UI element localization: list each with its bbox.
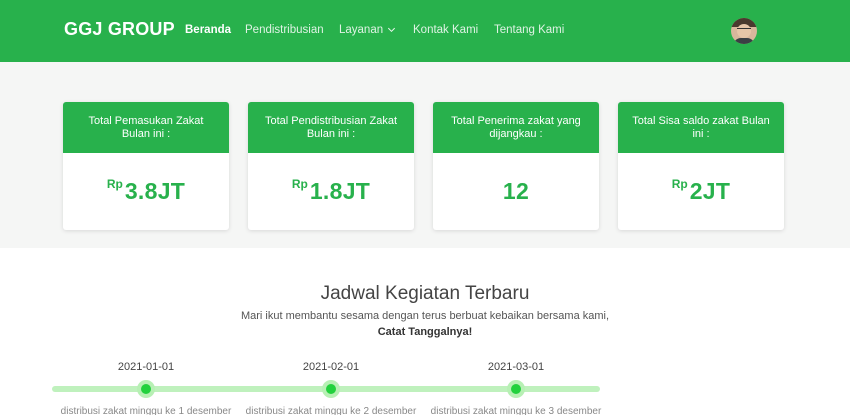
timeline-dot[interactable] — [137, 380, 155, 398]
timeline-dot[interactable] — [322, 380, 340, 398]
currency-label: Rp — [291, 176, 308, 191]
user-avatar[interactable] — [731, 18, 757, 44]
stat-card-title: Total Penerima zakat yang dijangkau : — [433, 102, 599, 153]
stat-card-pemasukan: Total Pemasukan Zakat Bulan ini : Rp 3.8… — [63, 102, 229, 230]
nav-beranda[interactable]: Beranda — [185, 24, 231, 36]
schedule-cta: Catat Tanggalnya! — [377, 326, 473, 338]
timeline-date: 2021-01-01 — [117, 361, 175, 373]
avatar-shirt — [733, 38, 755, 44]
stat-card-value-wrap: Rp 1.8JT — [248, 153, 414, 230]
nav-pendistribusian[interactable]: Pendistribusian — [245, 24, 324, 36]
stat-card-title: Total Sisa saldo zakat Bulan ini : — [618, 102, 784, 153]
nav-tentang-kami[interactable]: Tentang Kami — [494, 24, 564, 36]
stat-value: 1.8JT — [309, 178, 371, 204]
timeline-description: distribusi zakat minggu ke 1 desember — [60, 406, 232, 415]
chevron-down-icon — [388, 24, 396, 33]
timeline-date: 2021-03-01 — [487, 361, 545, 373]
currency-label: Rp — [671, 176, 688, 191]
stat-card-value-wrap: Rp 3.8JT — [63, 153, 229, 230]
schedule-title: Jadwal Kegiatan Terbaru — [320, 283, 530, 304]
timeline-description: distribusi zakat minggu ke 2 desember — [245, 406, 417, 415]
nav-kontak-kami[interactable]: Kontak Kami — [413, 24, 478, 36]
stat-card-title: Total Pemasukan Zakat Bulan ini : — [63, 102, 229, 153]
timeline-description: distribusi zakat minggu ke 3 desember — [430, 406, 602, 415]
stat-card-value-wrap: 12 — [433, 153, 599, 230]
timeline-date: 2021-02-01 — [302, 361, 360, 373]
stat-card-sisa-saldo: Total Sisa saldo zakat Bulan ini : Rp 2J… — [618, 102, 784, 230]
brand-logo[interactable]: GGJ GROUP — [64, 19, 175, 40]
avatar-glasses — [737, 28, 751, 31]
timeline-dot[interactable] — [507, 380, 525, 398]
stat-card-pendistribusian: Total Pendistribusian Zakat Bulan ini : … — [248, 102, 414, 230]
stat-value: 3.8JT — [124, 178, 186, 204]
nav-layanan-label: Layanan — [339, 24, 384, 36]
stat-card-title: Total Pendistribusian Zakat Bulan ini : — [248, 102, 414, 153]
nav-layanan[interactable]: Layanan — [339, 24, 396, 36]
schedule-subtitle: Mari ikut membantu sesama dengan terus b… — [240, 310, 610, 322]
currency-label: Rp — [106, 176, 123, 191]
stat-value: 2JT — [689, 178, 731, 204]
stats-section: Total Pemasukan Zakat Bulan ini : Rp 3.8… — [0, 62, 850, 248]
stat-card-penerima: Total Penerima zakat yang dijangkau : 12 — [433, 102, 599, 230]
top-navbar: GGJ GROUP Beranda Pendistribusian Layana… — [0, 0, 850, 62]
stat-value: 12 — [502, 178, 530, 204]
stat-card-value-wrap: Rp 2JT — [618, 153, 784, 230]
avatar-face — [737, 24, 751, 38]
